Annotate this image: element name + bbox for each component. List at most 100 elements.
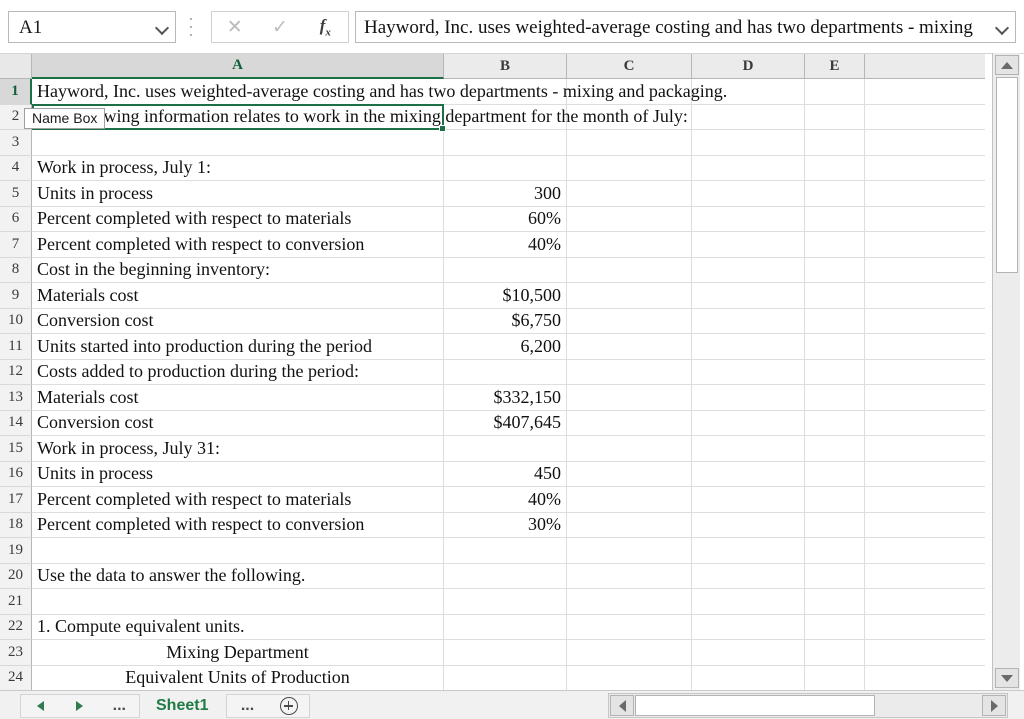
cell-D5[interactable]: [692, 181, 805, 207]
cell-D21[interactable]: [692, 589, 805, 615]
cell-D6[interactable]: [692, 206, 805, 232]
cell-E14[interactable]: [805, 410, 865, 436]
cell-C22[interactable]: [567, 614, 692, 640]
cell-X7[interactable]: [865, 232, 985, 258]
column-header-A[interactable]: A: [32, 54, 444, 79]
cell-B23[interactable]: [444, 640, 567, 666]
cell-B7[interactable]: 40%: [444, 232, 567, 258]
cell-A4[interactable]: Work in process, July 1:: [32, 155, 444, 181]
cell-C14[interactable]: [567, 410, 692, 436]
cell-D9[interactable]: [692, 283, 805, 309]
cell-A1[interactable]: Hayword, Inc. uses weighted-average cost…: [32, 79, 727, 105]
cell-C24[interactable]: [567, 665, 692, 691]
row-header-3[interactable]: 3: [0, 130, 32, 156]
cell-E7[interactable]: [805, 232, 865, 258]
cell-C12[interactable]: [567, 359, 692, 385]
column-header-C[interactable]: C: [567, 54, 692, 79]
row-header-12[interactable]: 12: [0, 359, 32, 385]
cell-D17[interactable]: [692, 487, 805, 513]
cell-D15[interactable]: [692, 436, 805, 462]
cell-X12[interactable]: [865, 360, 985, 385]
cell-B24[interactable]: [444, 665, 567, 691]
formula-input[interactable]: Hayword, Inc. uses weighted-average cost…: [355, 11, 1016, 43]
cell-X15[interactable]: [865, 436, 985, 462]
scroll-left-button[interactable]: [610, 695, 634, 716]
cell-B18[interactable]: 30%: [444, 512, 567, 538]
cell-A19[interactable]: [32, 538, 444, 564]
cell-B11[interactable]: 6,200: [444, 334, 567, 360]
cell-A14[interactable]: Conversion cost: [32, 410, 444, 436]
cell-E16[interactable]: [805, 461, 865, 487]
cell-C19[interactable]: [567, 538, 692, 564]
cell-A6[interactable]: Percent completed with respect to materi…: [32, 206, 444, 232]
vertical-scrollbar[interactable]: [992, 53, 1020, 690]
cell-D10[interactable]: [692, 308, 805, 334]
cell-C23[interactable]: [567, 640, 692, 666]
row-header-23[interactable]: 23: [0, 640, 32, 666]
cell-D20[interactable]: [692, 563, 805, 589]
cell-C7[interactable]: [567, 232, 692, 258]
name-box[interactable]: A1: [8, 11, 176, 43]
cell-D24[interactable]: [692, 665, 805, 691]
cell-A22[interactable]: 1. Compute equivalent units.: [32, 614, 444, 640]
cell-E5[interactable]: [805, 181, 865, 207]
row-header-1[interactable]: 1: [0, 79, 32, 105]
row-header-8[interactable]: 8: [0, 257, 32, 283]
sheet-next-button[interactable]: [65, 695, 95, 717]
cell-B14[interactable]: $407,645: [444, 410, 567, 436]
cell-E20[interactable]: [805, 563, 865, 589]
cell-B19[interactable]: [444, 538, 567, 564]
cell-X22[interactable]: [865, 615, 985, 640]
cell-D18[interactable]: [692, 512, 805, 538]
add-sheet-button[interactable]: [274, 695, 304, 717]
cell-C11[interactable]: [567, 334, 692, 360]
cell-X17[interactable]: [865, 487, 985, 513]
cell-A3[interactable]: [32, 130, 444, 156]
cell-D16[interactable]: [692, 461, 805, 487]
cell-E9[interactable]: [805, 283, 865, 309]
cell-E13[interactable]: [805, 385, 865, 411]
cell-C8[interactable]: [567, 257, 692, 283]
cell-C6[interactable]: [567, 206, 692, 232]
cell-X9[interactable]: [865, 283, 985, 309]
row-header-18[interactable]: 18: [0, 512, 32, 538]
cell-E15[interactable]: [805, 436, 865, 462]
cell-C17[interactable]: [567, 487, 692, 513]
column-header-E[interactable]: E: [805, 54, 865, 79]
row-header-14[interactable]: 14: [0, 410, 32, 436]
cell-D8[interactable]: [692, 257, 805, 283]
cell-D12[interactable]: [692, 359, 805, 385]
cell-A11[interactable]: Units started into production during the…: [32, 334, 444, 360]
sheet-previous-button[interactable]: [26, 695, 56, 717]
cell-X1[interactable]: [865, 79, 985, 105]
column-header-B[interactable]: B: [444, 54, 567, 79]
cell-A7[interactable]: Percent completed with respect to conver…: [32, 232, 444, 258]
cell-E19[interactable]: [805, 538, 865, 564]
cell-A9[interactable]: Materials cost: [32, 283, 444, 309]
cell-A24[interactable]: Equivalent Units of Production: [32, 665, 444, 691]
cell-D19[interactable]: [692, 538, 805, 564]
cell-E17[interactable]: [805, 487, 865, 513]
cell-B4[interactable]: [444, 155, 567, 181]
insert-function-button[interactable]: fx: [305, 12, 345, 42]
row-header-11[interactable]: 11: [0, 334, 32, 360]
row-header-22[interactable]: 22: [0, 614, 32, 640]
cell-E10[interactable]: [805, 308, 865, 334]
cell-C10[interactable]: [567, 308, 692, 334]
cell-B13[interactable]: $332,150: [444, 385, 567, 411]
cell-C4[interactable]: [567, 155, 692, 181]
cell-B15[interactable]: [444, 436, 567, 462]
cell-D3[interactable]: [692, 130, 805, 156]
cell-X2[interactable]: [865, 105, 985, 130]
cell-B6[interactable]: 60%: [444, 206, 567, 232]
cell-B3[interactable]: [444, 130, 567, 156]
cell-B9[interactable]: $10,500: [444, 283, 567, 309]
cell-D14[interactable]: [692, 410, 805, 436]
cell-E24[interactable]: [805, 665, 865, 691]
row-header-5[interactable]: 5: [0, 181, 32, 207]
row-header-9[interactable]: 9: [0, 283, 32, 309]
horizontal-scrollbar[interactable]: [608, 693, 1008, 718]
cell-C20[interactable]: [567, 563, 692, 589]
formula-expand-icon[interactable]: [996, 21, 1009, 34]
column-header-D[interactable]: D: [692, 54, 805, 79]
